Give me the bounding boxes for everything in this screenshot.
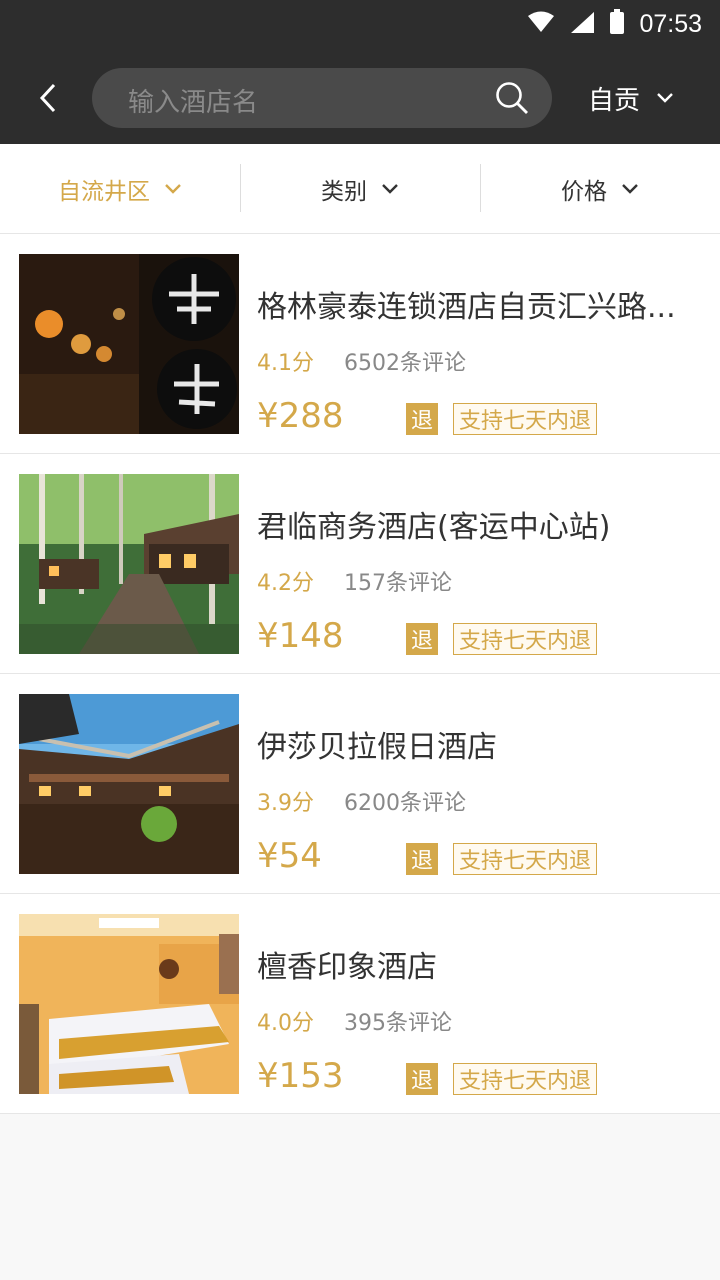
filter-label: 自流井区 <box>58 178 150 205</box>
hotel-price: ¥153 <box>257 1056 344 1096</box>
hotel-score: 4.0分 <box>257 1011 314 1036</box>
filter-label: 类别 <box>321 178 367 205</box>
hotel-score: 3.9分 <box>257 791 314 816</box>
refund-badge: 退 <box>406 403 438 435</box>
filter-district[interactable]: 自流井区 <box>0 144 240 233</box>
hotel-score: 4.1分 <box>257 351 314 376</box>
refund-tag: 支持七天内退 <box>453 843 598 875</box>
refund-tag: 支持七天内退 <box>453 1063 598 1095</box>
search-icon[interactable] <box>494 80 530 116</box>
hotel-list-item[interactable]: 格林豪泰连锁酒店自贡汇兴路... 4.1分 6502条评论 ¥288 退 支持七… <box>0 234 720 454</box>
hotel-name: 君临商务酒店(客运中心站) <box>257 510 611 545</box>
header-bar: 输入酒店名 自贡 <box>0 48 720 144</box>
refund-tag: 支持七天内退 <box>453 623 598 655</box>
hotel-list-item[interactable]: 君临商务酒店(客运中心站) 4.2分 157条评论 ¥148 退 支持七天内退 <box>0 454 720 674</box>
refund-badge: 退 <box>406 1063 438 1095</box>
filter-price[interactable]: 价格 <box>480 144 720 233</box>
rating-row: 4.0分 395条评论 <box>257 1009 452 1039</box>
hotel-name: 格林豪泰连锁酒店自贡汇兴路... <box>257 290 676 325</box>
back-button[interactable] <box>28 76 68 120</box>
hotel-list-item[interactable]: 檀香印象酒店 4.0分 395条评论 ¥153 退 支持七天内退 <box>0 894 720 1114</box>
hotel-name: 伊莎贝拉假日酒店 <box>257 730 497 765</box>
chevron-down-icon <box>382 183 398 194</box>
hotel-list-item[interactable]: 伊莎贝拉假日酒店 3.9分 6200条评论 ¥54 退 支持七天内退 <box>0 674 720 894</box>
hotel-price: ¥288 <box>257 396 344 436</box>
chevron-left-icon <box>39 83 56 113</box>
hotel-price: ¥54 <box>257 836 322 876</box>
courtyard-building-photo <box>19 694 239 874</box>
city-label: 自贡 <box>588 85 641 116</box>
review-count: 6200条评论 <box>344 791 466 816</box>
status-bar: 07:53 <box>0 0 720 48</box>
status-time: 07:53 <box>639 9 702 38</box>
forest-cabins-photo <box>19 474 239 654</box>
battery-icon <box>609 9 625 39</box>
hotel-room-photo <box>19 914 239 1094</box>
inn-lanterns-photo <box>19 254 239 434</box>
review-count: 157条评论 <box>344 571 452 596</box>
search-placeholder: 输入酒店名 <box>128 88 259 118</box>
chevron-down-icon <box>657 93 673 103</box>
rating-row: 4.2分 157条评论 <box>257 569 452 599</box>
chevron-down-icon <box>165 183 181 194</box>
rating-row: 4.1分 6502条评论 <box>257 349 466 379</box>
filter-category[interactable]: 类别 <box>240 144 480 233</box>
refund-badge: 退 <box>406 843 438 875</box>
review-count: 395条评论 <box>344 1011 452 1036</box>
hotel-price: ¥148 <box>257 616 344 656</box>
city-selector[interactable]: 自贡 <box>588 78 674 118</box>
refund-badge: 退 <box>406 623 438 655</box>
wifi-icon <box>527 10 555 38</box>
hotel-list: 格林豪泰连锁酒店自贡汇兴路... 4.1分 6502条评论 ¥288 退 支持七… <box>0 234 720 1114</box>
signal-icon <box>569 10 595 38</box>
hotel-name: 檀香印象酒店 <box>257 950 437 985</box>
review-count: 6502条评论 <box>344 351 466 376</box>
rating-row: 3.9分 6200条评论 <box>257 789 466 819</box>
chevron-down-icon <box>622 183 638 194</box>
search-input[interactable]: 输入酒店名 <box>92 68 552 128</box>
hotel-score: 4.2分 <box>257 571 314 596</box>
filter-bar: 自流井区 类别 价格 <box>0 144 720 234</box>
filter-label: 价格 <box>561 178 607 205</box>
refund-tag: 支持七天内退 <box>453 403 598 435</box>
